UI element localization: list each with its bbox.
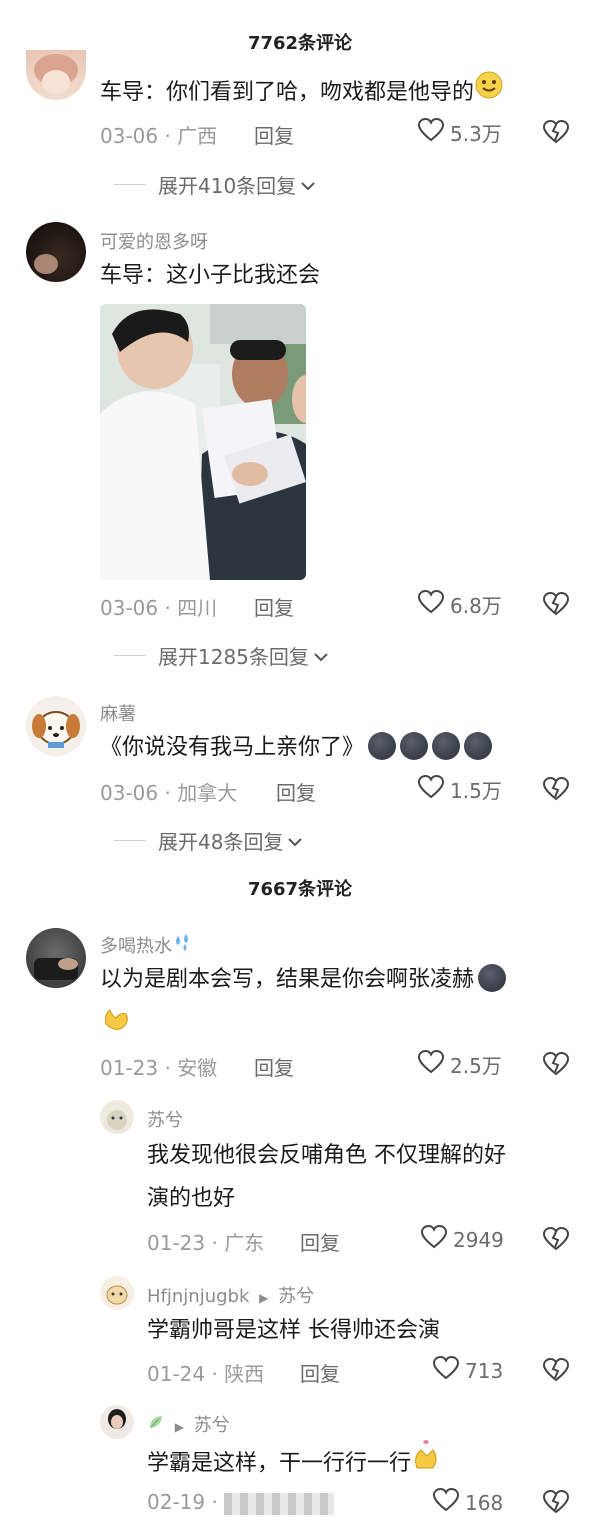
water-drops-icon (172, 934, 194, 957)
reply-text: 学霸是这样，干一行行一行 (147, 1438, 441, 1486)
heart-outline-icon (417, 117, 445, 147)
reply-text: 学霸帅哥是这样 长得帅还会演 (147, 1318, 440, 1343)
like-button[interactable]: 168 (432, 1487, 504, 1517)
reply-text: 演的也好 (147, 1186, 236, 1211)
emoji-face-icon (478, 964, 507, 992)
reply-button[interactable]: 回复 (276, 777, 316, 806)
avatar[interactable] (100, 1100, 134, 1134)
avatar[interactable] (26, 50, 86, 100)
emoji-face-icon (464, 732, 493, 760)
comment-text: 车导：你们看到了哈，吻戏都是他导的 (100, 70, 504, 116)
broken-heart-icon[interactable] (542, 776, 570, 805)
heart-outline-icon (420, 1224, 448, 1254)
heart-outline-icon (417, 1049, 445, 1079)
heart-outline-icon (432, 1355, 460, 1385)
broken-heart-icon[interactable] (542, 1051, 570, 1080)
expand-label: 展开1285条回复 (158, 645, 309, 669)
comments-count-title: 7667条评论 (247, 879, 353, 900)
comment-text: 以为是剧本会写，结果是你会啊张凌赫 (100, 958, 570, 1050)
expand-label: 展开48条回复 (158, 830, 284, 854)
reply-text: 我发现他很会反哺角色 不仅理解的好 (147, 1143, 506, 1168)
like-button[interactable]: 2.5万 (417, 1049, 502, 1079)
comment-text: 车导：这小子比我还会 (100, 263, 321, 288)
expand-label: 展开410条回复 (158, 174, 297, 198)
username[interactable]: 苏兮 (147, 1106, 183, 1132)
expand-replies-button[interactable]: 展开410条回复 (114, 170, 316, 199)
divider-line (114, 184, 146, 185)
username[interactable]: Hfjnjnjugbk (147, 1286, 249, 1307)
heart-outline-icon (417, 774, 445, 804)
smile-emoji-icon (474, 70, 504, 116)
reply-to-username[interactable]: 苏兮 (194, 1415, 230, 1436)
reply-button[interactable]: 回复 (300, 1227, 340, 1256)
broken-heart-icon[interactable] (542, 591, 570, 620)
chevron-down-icon (313, 644, 329, 668)
avatar[interactable] (26, 696, 86, 756)
heart-outline-icon (432, 1487, 460, 1517)
avatar[interactable] (100, 1276, 134, 1310)
comment-date-location: 01-24 · 陕西 (147, 1362, 265, 1386)
comment-photo[interactable] (100, 304, 306, 580)
like-count: 2.5万 (450, 1054, 502, 1078)
expand-replies-button[interactable]: 展开1285条回复 (114, 641, 329, 670)
expand-replies-button[interactable]: 展开48条回复 (114, 826, 303, 855)
heart-hands-emoji-icon (411, 1440, 441, 1476)
avatar[interactable] (100, 1405, 134, 1439)
emoji-face-icon (432, 732, 461, 760)
reply-arrow-icon: ▶ (259, 1291, 269, 1305)
emoji-face-icon (368, 732, 397, 760)
like-button[interactable]: 2949 (420, 1224, 504, 1254)
chevron-down-icon (287, 829, 303, 853)
blurred-location (224, 1492, 335, 1515)
username[interactable]: 多喝热水 (100, 932, 194, 958)
broken-heart-icon[interactable] (542, 1226, 570, 1255)
like-button[interactable]: 5.3万 (417, 117, 502, 147)
emoji-face-icon (400, 732, 429, 760)
like-count: 2949 (453, 1227, 504, 1252)
reply-header: ▶ 苏兮 (147, 1411, 230, 1437)
comment-text: 《你说没有我马上亲你了》 (100, 726, 493, 770)
broken-heart-icon[interactable] (542, 1357, 570, 1386)
comment-date-location: 03-06 · 加拿大 (100, 781, 238, 805)
avatar[interactable] (26, 222, 86, 282)
username[interactable]: 可爱的恩多呀 (100, 228, 208, 254)
comments-count-title: 7762条评论 (247, 33, 353, 54)
leaf-icon (147, 1415, 165, 1436)
like-button[interactable]: 6.8万 (417, 589, 502, 619)
reply-button[interactable]: 回复 (300, 1358, 340, 1387)
reply-button[interactable]: 回复 (254, 592, 294, 621)
reply-button[interactable]: 回复 (254, 120, 294, 149)
heart-outline-icon (417, 589, 445, 619)
like-button[interactable]: 713 (432, 1355, 504, 1385)
divider-line (114, 655, 146, 656)
comment-date-location: 01-23 · 安徽 (100, 1056, 218, 1080)
comment-date-location: 03-06 · 四川 (100, 596, 218, 620)
reply-arrow-icon: ▶ (174, 1420, 184, 1434)
chevron-down-icon (300, 173, 316, 197)
like-button[interactable]: 1.5万 (417, 774, 502, 804)
flexed-biceps-emoji-icon (100, 1009, 132, 1040)
broken-heart-icon[interactable] (542, 1489, 570, 1518)
reply-button[interactable]: 回复 (254, 1052, 294, 1081)
like-count: 1.5万 (450, 779, 502, 803)
like-count: 5.3万 (450, 122, 502, 146)
like-count: 713 (465, 1358, 504, 1383)
comment-date-location: 01-23 · 广东 (147, 1231, 265, 1255)
comment-date-location: 03-06 · 广西 (100, 124, 218, 148)
broken-heart-icon[interactable] (542, 119, 570, 148)
like-count: 168 (465, 1490, 504, 1515)
reply-to-username[interactable]: 苏兮 (278, 1286, 314, 1307)
reply-header: Hfjnjnjugbk ▶ 苏兮 (147, 1282, 314, 1308)
like-count: 6.8万 (450, 594, 502, 618)
avatar[interactable] (26, 928, 86, 988)
username[interactable]: 麻薯 (100, 700, 136, 726)
divider-line (114, 840, 146, 841)
comment-date-location: 02-19 · (147, 1490, 335, 1515)
